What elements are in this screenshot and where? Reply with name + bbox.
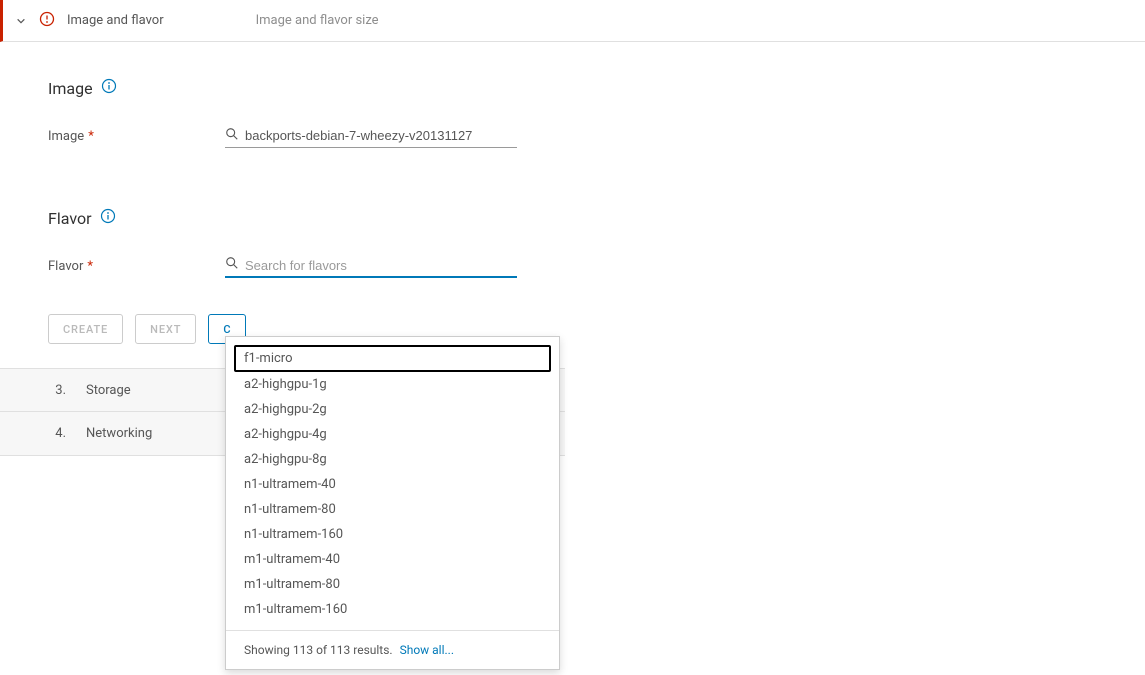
- dropdown-item[interactable]: f1-micro: [234, 345, 551, 372]
- flavor-search-field[interactable]: [225, 254, 517, 278]
- flavor-heading: Flavor: [48, 208, 517, 228]
- info-icon[interactable]: [100, 208, 116, 228]
- section-subtitle: Image and flavor size: [256, 13, 379, 28]
- dropdown-list[interactable]: f1-microa2-highgpu-1ga2-highgpu-2ga2-hig…: [226, 337, 559, 630]
- step-label: Storage: [86, 383, 131, 398]
- image-label: Image *: [48, 129, 225, 144]
- dropdown-item[interactable]: a2-highgpu-8g: [234, 447, 551, 472]
- info-icon[interactable]: [101, 78, 117, 98]
- dropdown-item[interactable]: m1-ultramem-80: [234, 572, 551, 597]
- dropdown-item[interactable]: a2-highgpu-2g: [234, 397, 551, 422]
- image-input[interactable]: [245, 128, 517, 143]
- dropdown-item[interactable]: m1-ultramem-40: [234, 547, 551, 572]
- image-heading-text: Image: [48, 79, 93, 98]
- next-button[interactable]: Next: [135, 314, 196, 344]
- dropdown-footer: Showing 113 of 113 results. Show all...: [226, 630, 559, 669]
- step-number: 3.: [48, 383, 66, 398]
- dropdown-item[interactable]: a2-highgpu-4g: [234, 422, 551, 447]
- show-all-link[interactable]: Show all...: [400, 643, 454, 657]
- chevron-down-icon[interactable]: [15, 15, 27, 27]
- required-star: *: [87, 259, 93, 274]
- dropdown-item[interactable]: n1-ultramem-160: [234, 522, 551, 547]
- dropdown-item[interactable]: m1-ultramem-160: [234, 597, 551, 622]
- flavor-heading-text: Flavor: [48, 209, 92, 228]
- section-title: Image and flavor: [67, 13, 164, 28]
- search-icon: [225, 256, 239, 274]
- dropdown-item[interactable]: n1-ultramem-80: [234, 497, 551, 522]
- flavor-dropdown: f1-microa2-highgpu-1ga2-highgpu-2ga2-hig…: [225, 336, 560, 670]
- image-heading: Image: [48, 78, 517, 98]
- error-icon: [39, 11, 55, 31]
- dropdown-results-text: Showing 113 of 113 results.: [244, 643, 393, 657]
- dropdown-item[interactable]: a2-highgpu-1g: [234, 372, 551, 397]
- image-search-field[interactable]: [225, 124, 517, 148]
- required-star: *: [88, 129, 94, 144]
- flavor-input[interactable]: [245, 258, 517, 273]
- dropdown-item[interactable]: n1-ultramem-40: [234, 472, 551, 497]
- create-button[interactable]: Create: [48, 314, 123, 344]
- search-icon: [225, 127, 239, 145]
- flavor-label: Flavor *: [48, 259, 225, 274]
- step-label: Networking: [86, 426, 152, 441]
- step-number: 4.: [48, 426, 66, 441]
- section-header: Image and flavor Image and flavor size: [0, 0, 1145, 42]
